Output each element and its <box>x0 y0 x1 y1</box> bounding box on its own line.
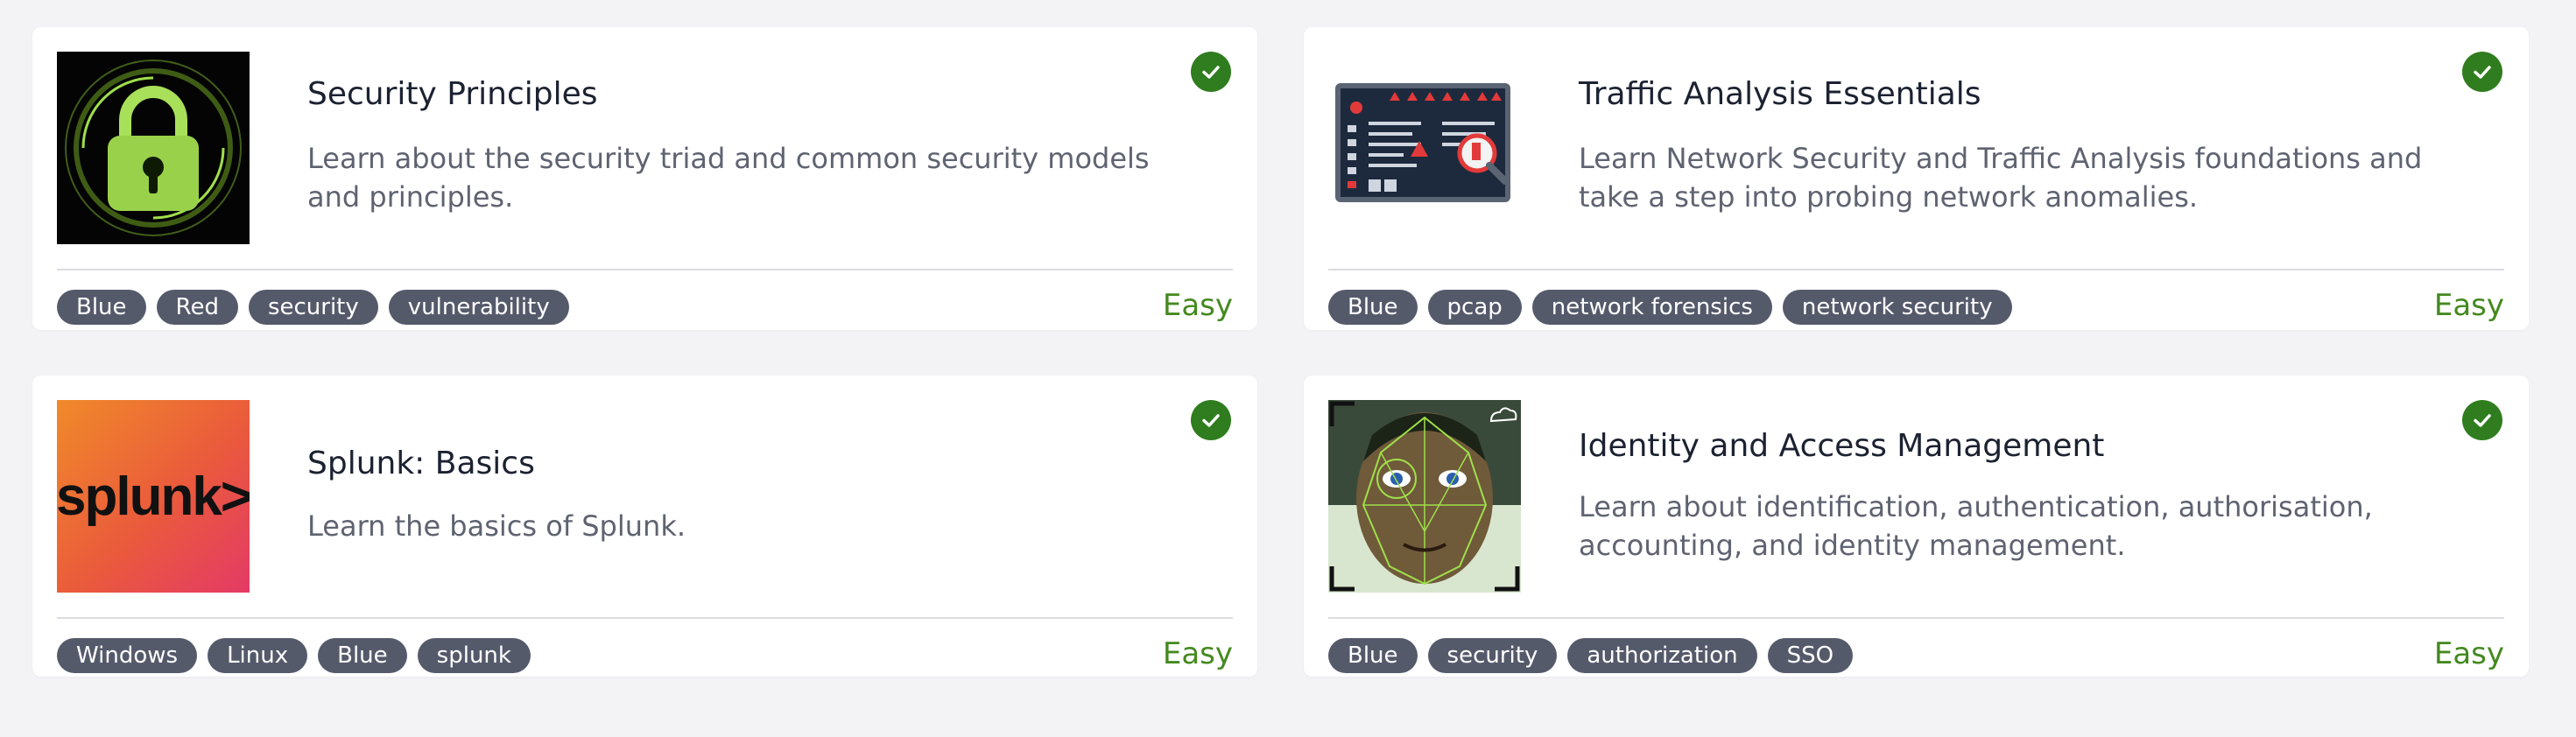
tag-list: Blue security authorization SSO <box>1328 638 1854 673</box>
room-card-traffic-analysis[interactable]: Traffic Analysis Essentials Learn Networ… <box>1304 27 2529 330</box>
room-card-identity-access[interactable]: Identity and Access Management Learn abo… <box>1304 376 2529 677</box>
tag[interactable]: Blue <box>1328 290 1418 325</box>
difficulty-label: Easy <box>1162 288 1233 323</box>
completed-check-icon <box>1191 400 1231 440</box>
tag[interactable]: network security <box>1782 290 2012 325</box>
card-title[interactable]: Identity and Access Management <box>1579 428 2104 464</box>
tag[interactable]: authorization <box>1567 638 1757 673</box>
card-divider <box>1328 617 2504 619</box>
difficulty-label: Easy <box>2433 288 2504 323</box>
face-recognition-image <box>1328 400 1521 593</box>
card-description: Learn the basics of Splunk. <box>307 509 686 543</box>
tag[interactable]: Blue <box>1328 638 1418 673</box>
tag[interactable]: security <box>248 290 378 325</box>
card-title[interactable]: Security Principles <box>307 76 598 112</box>
card-title[interactable]: Splunk: Basics <box>307 446 535 481</box>
tag[interactable]: splunk <box>417 638 531 673</box>
card-divider <box>57 617 1233 619</box>
tag-list: Blue Red security vulnerability <box>57 290 569 325</box>
difficulty-label: Easy <box>1162 636 1233 671</box>
tag[interactable]: vulnerability <box>388 290 569 325</box>
completed-check-icon <box>1191 52 1231 92</box>
tag[interactable]: Blue <box>318 638 407 673</box>
tag[interactable]: security <box>1427 638 1558 673</box>
card-description: Learn about the security triad and commo… <box>307 142 1150 214</box>
card-title[interactable]: Traffic Analysis Essentials <box>1579 76 1981 112</box>
card-divider <box>57 269 1233 270</box>
card-description: Learn Network Security and Traffic Analy… <box>1579 142 2423 214</box>
tag[interactable]: pcap <box>1427 290 1522 325</box>
tag[interactable]: network forensics <box>1531 290 1772 325</box>
difficulty-label: Easy <box>2433 636 2504 671</box>
card-description: Learn about identification, authenticati… <box>1579 490 2373 562</box>
completed-check-icon <box>2462 400 2502 440</box>
card-divider <box>1328 269 2504 270</box>
tag[interactable]: Blue <box>57 290 146 325</box>
room-card-splunk-basics[interactable]: splunk> Splunk: Basics Learn the basics … <box>32 376 1257 677</box>
splunk-logo-image: splunk> <box>57 400 250 593</box>
threat-dashboard-image <box>1328 52 1521 244</box>
tag[interactable]: SSO <box>1767 638 1854 673</box>
tag[interactable]: Red <box>156 290 238 325</box>
room-card-security-principles[interactable]: Security Principles Learn about the secu… <box>32 27 1257 330</box>
tag[interactable]: Windows <box>57 638 198 673</box>
tag[interactable]: Linux <box>208 638 308 673</box>
splunk-logo-text: splunk> <box>57 466 250 527</box>
tag-list: Windows Linux Blue splunk <box>57 638 531 673</box>
completed-check-icon <box>2462 52 2502 92</box>
tag-list: Blue pcap network forensics network secu… <box>1328 290 2012 325</box>
padlock-image <box>57 52 250 244</box>
